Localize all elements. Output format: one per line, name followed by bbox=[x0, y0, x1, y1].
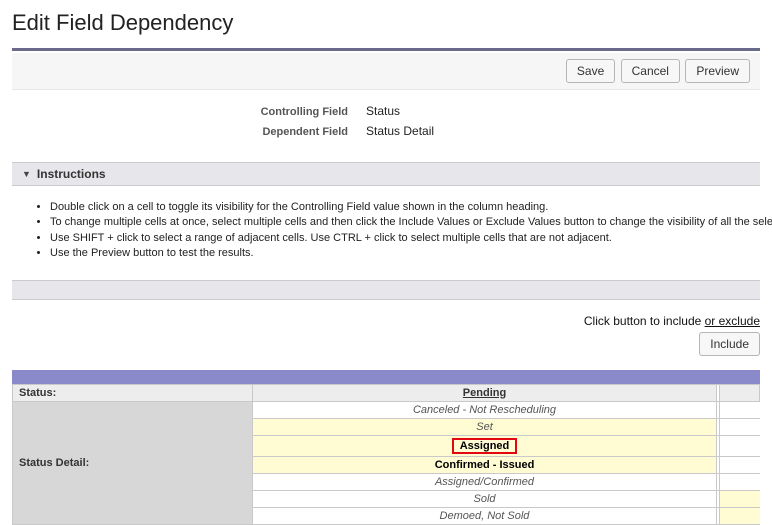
include-exclude-hint: Click button to include or exclude bbox=[12, 314, 760, 328]
dependent-field-value: Status Detail bbox=[366, 124, 434, 138]
action-bar: Save Cancel Preview bbox=[12, 53, 760, 90]
picklist-cell[interactable]: Sold bbox=[253, 490, 717, 507]
cancel-button[interactable]: Cancel bbox=[621, 59, 680, 83]
picklist-cell[interactable] bbox=[720, 507, 760, 524]
dependent-field-label: Dependent Field bbox=[36, 126, 366, 138]
picklist-cell[interactable]: Confirmed - Issued bbox=[253, 456, 717, 473]
section-divider bbox=[12, 280, 760, 300]
instructions-list: Double click on a cell to toggle its vis… bbox=[50, 200, 746, 262]
field-info: Controlling Field Status Dependent Field… bbox=[12, 90, 760, 162]
grid-header-bar bbox=[12, 370, 760, 384]
picklist-cell[interactable] bbox=[720, 418, 760, 435]
divider bbox=[12, 48, 760, 51]
instructions-header[interactable]: ▼ Instructions bbox=[12, 162, 760, 186]
include-values-button[interactable]: Include bbox=[699, 332, 760, 356]
picklist-cell[interactable] bbox=[720, 435, 760, 456]
page-title: Edit Field Dependency bbox=[0, 0, 772, 48]
picklist-cell[interactable] bbox=[720, 473, 760, 490]
picklist-cell[interactable]: Canceled - Not Rescheduling bbox=[253, 401, 717, 418]
instruction-item: Use the Preview button to test the resul… bbox=[50, 246, 746, 261]
picklist-cell[interactable] bbox=[720, 456, 760, 473]
picklist-cell[interactable]: Assigned/Confirmed bbox=[253, 473, 717, 490]
picklist-cell[interactable] bbox=[720, 490, 760, 507]
picklist-cell[interactable] bbox=[720, 401, 760, 418]
preview-button[interactable]: Preview bbox=[685, 59, 750, 83]
instruction-item: Double click on a cell to toggle its vis… bbox=[50, 200, 746, 215]
instruction-item: Use SHIFT + click to select a range of a… bbox=[50, 231, 746, 246]
picklist-cell[interactable]: Set bbox=[253, 418, 717, 435]
chevron-down-icon: ▼ bbox=[22, 169, 31, 179]
picklist-cell[interactable]: Assigned bbox=[253, 435, 717, 456]
controlling-field-value: Status bbox=[366, 104, 400, 118]
instruction-item: To change multiple cells at once, select… bbox=[50, 215, 746, 230]
instructions-title: Instructions bbox=[37, 167, 106, 181]
status-row-label: Status: bbox=[13, 384, 253, 401]
controlling-field-label: Controlling Field bbox=[36, 106, 366, 118]
column-header-next[interactable] bbox=[720, 384, 760, 401]
status-detail-row-label: Status Detail: bbox=[13, 401, 253, 524]
save-button[interactable]: Save bbox=[566, 59, 615, 83]
picklist-cell[interactable]: Demoed, Not Sold bbox=[253, 507, 717, 524]
dependency-grid: Status: Pending Status Detail: Canceled … bbox=[12, 370, 760, 525]
column-header-pending[interactable]: Pending bbox=[253, 384, 717, 401]
instructions-body: Double click on a cell to toggle its vis… bbox=[12, 186, 760, 280]
